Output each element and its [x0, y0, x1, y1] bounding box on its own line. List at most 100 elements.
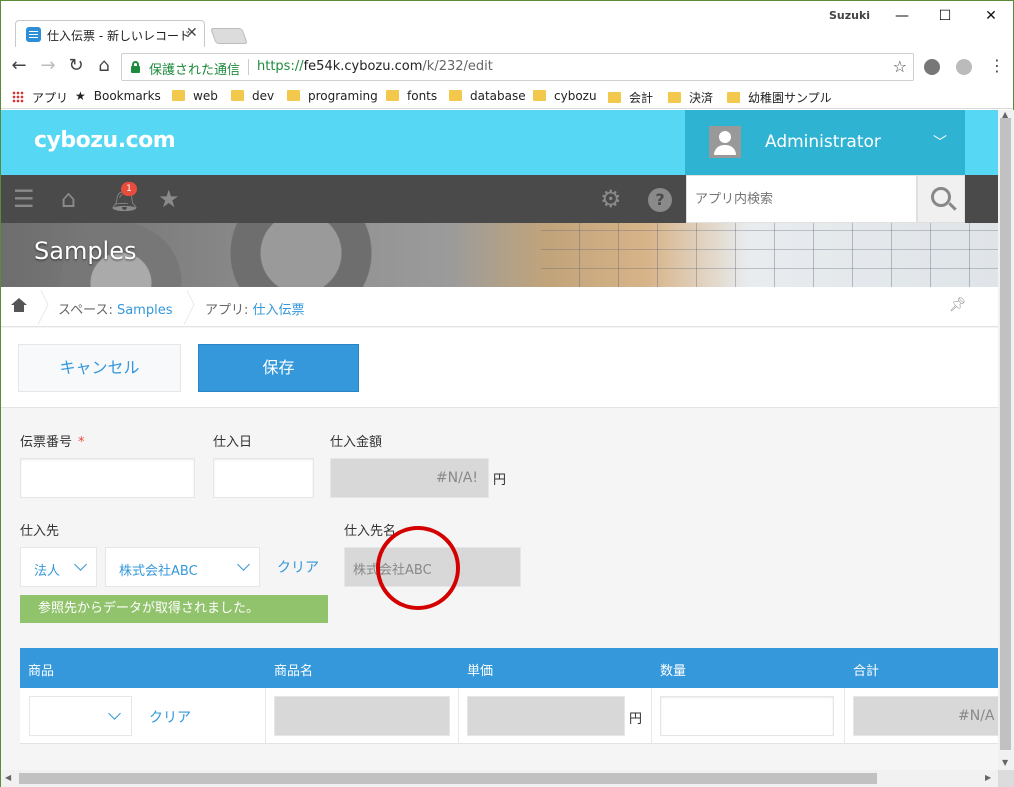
bookmark-label: fonts: [407, 89, 438, 103]
chevron-down-icon: ﹀: [933, 135, 947, 151]
bookmark-label: web: [193, 89, 218, 103]
favorites-star-icon[interactable]: ★: [158, 186, 180, 212]
user-menu[interactable]: Administrator ﹀: [685, 110, 965, 175]
save-button[interactable]: 保存: [198, 344, 359, 392]
column-header-product: 商品: [28, 664, 55, 679]
settings-gear-icon[interactable]: ⚙: [600, 186, 622, 212]
action-bar: キャンセル 保存: [1, 328, 998, 408]
close-window-button[interactable]: ✕: [976, 5, 1006, 27]
breadcrumb-space-link[interactable]: Samples: [117, 303, 173, 318]
bookmark-label: Bookmarks: [93, 89, 161, 103]
breadcrumb-app: アプリ: 仕入伝票: [205, 299, 305, 318]
column-header-quantity: 数量: [660, 664, 687, 679]
items-table-header: 商品 商品名 単価 数量 合計: [20, 648, 998, 688]
extension-gear-icon[interactable]: [924, 59, 940, 75]
help-icon[interactable]: ?: [648, 188, 672, 212]
bookmark-folder-programing[interactable]: programing: [287, 89, 378, 103]
bookmark-label: 会計: [629, 91, 654, 105]
slip-number-input[interactable]: [20, 458, 195, 498]
folder-icon: [449, 90, 462, 101]
supplier-company-value: 株式会社ABC: [119, 564, 198, 579]
scroll-left-arrow-icon[interactable]: ◀: [5, 773, 11, 782]
breadcrumb-app-link[interactable]: 仕入伝票: [253, 303, 305, 318]
bookmark-bookmarks[interactable]: ★ Bookmarks: [75, 89, 161, 103]
bookmark-folder-web[interactable]: web: [172, 89, 218, 103]
back-icon[interactable]: ←: [8, 55, 30, 77]
vertical-scrollbar[interactable]: ▲ ▼: [998, 110, 1014, 770]
unit-price-field: [467, 696, 625, 736]
pin-icon[interactable]: 📌︎: [949, 297, 967, 313]
global-nav: ☰ ⌂ 🔔︎ 1 ★ ⚙ ?: [1, 175, 998, 223]
bookmark-folder-accounting[interactable]: 会計: [608, 89, 653, 106]
lookup-success-notice: 参照先からデータが取得されました。: [20, 595, 328, 623]
bookmark-folder-cybozu[interactable]: cybozu: [533, 89, 597, 103]
app-search-input[interactable]: [687, 176, 916, 222]
user-name: Administrator: [765, 132, 881, 152]
forward-icon[interactable]: →: [37, 55, 59, 77]
bookmark-label: programing: [308, 89, 378, 103]
bookmark-folder-fonts[interactable]: fonts: [386, 89, 437, 103]
lock-icon: [131, 61, 140, 73]
browser-window: 仕入伝票 - 新しいレコード ✕ Suzuki — ☐ ✕ ← → ↻ ⌂ 保護…: [0, 0, 1014, 787]
purchase-date-label: 仕入日: [213, 435, 253, 450]
menu-icon[interactable]: ⋮: [986, 55, 1008, 77]
quantity-input[interactable]: [660, 696, 834, 736]
cybozu-logo[interactable]: cybozu.com: [34, 128, 176, 153]
bookmark-folder-kindergarten[interactable]: 幼稚園サンプル: [727, 89, 832, 106]
purchase-date-input[interactable]: [213, 458, 314, 498]
minimize-button[interactable]: —: [887, 5, 917, 27]
cancel-button[interactable]: キャンセル: [18, 344, 181, 392]
close-tab-icon[interactable]: ✕: [186, 25, 198, 41]
page-content: cybozu.com Administrator ﹀ ☰ ⌂ 🔔︎ 1 ★ ⚙ …: [1, 110, 998, 770]
new-tab-button[interactable]: [210, 28, 248, 44]
supplier-clear-link[interactable]: クリア: [277, 557, 319, 577]
notification-badge: 1: [121, 182, 137, 196]
horizontal-scrollbar[interactable]: ◀ ▶: [1, 770, 998, 787]
maximize-button[interactable]: ☐: [930, 5, 960, 27]
folder-icon: [172, 90, 185, 101]
vertical-scroll-thumb[interactable]: [1000, 118, 1011, 750]
bookmark-label: 幼稚園サンプル: [748, 91, 832, 105]
bookmark-label: database: [470, 89, 526, 103]
breadcrumb-space: スペース: Samples: [58, 299, 172, 318]
column-header-unit-price: 単価: [467, 664, 494, 679]
product-select[interactable]: [29, 696, 132, 736]
apps-grid-icon: [12, 91, 24, 103]
column-divider: [651, 688, 652, 744]
reload-icon[interactable]: ↻: [65, 55, 87, 77]
horizontal-scroll-thumb[interactable]: [19, 773, 877, 784]
home-icon[interactable]: ⌂: [93, 55, 115, 77]
scroll-down-arrow-icon[interactable]: ▼: [1002, 758, 1008, 767]
supplier-type-value: 法人: [34, 564, 61, 579]
slip-number-label: 伝票番号 *: [20, 431, 85, 450]
folder-icon: [668, 92, 681, 103]
bookmark-folder-database[interactable]: database: [449, 89, 526, 103]
profile-name[interactable]: Suzuki: [829, 9, 870, 22]
bookmark-folder-dev[interactable]: dev: [231, 89, 274, 103]
star-icon: ★: [75, 89, 86, 103]
bookmark-label: cybozu: [554, 89, 597, 103]
search-button[interactable]: [917, 175, 965, 223]
breadcrumb-separator: [35, 287, 49, 327]
tab-title: 仕入伝票 - 新しいレコード: [47, 29, 191, 43]
bookmark-star-icon[interactable]: ☆: [893, 57, 907, 76]
breadcrumb-space-prefix: スペース:: [58, 303, 117, 318]
bookmark-apps[interactable]: アプリ: [12, 89, 68, 106]
scroll-right-arrow-icon[interactable]: ▶: [985, 773, 991, 782]
hamburger-menu-icon[interactable]: ☰: [13, 186, 35, 212]
product-clear-link[interactable]: クリア: [149, 707, 191, 727]
breadcrumb-home-icon[interactable]: [11, 298, 27, 314]
bookmark-folder-payment[interactable]: 決済: [668, 89, 713, 106]
portal-home-icon[interactable]: ⌂: [61, 186, 76, 212]
space-banner: Samples: [1, 223, 998, 287]
supplier-type-select[interactable]: 法人: [20, 547, 97, 587]
url-scheme: https://: [257, 59, 304, 74]
supplier-company-select[interactable]: 株式会社ABC: [105, 547, 260, 587]
address-bar[interactable]: 保護された通信 https://fe54k.cybozu.com/k/232/e…: [121, 53, 914, 81]
red-highlight-circle: [376, 526, 460, 610]
browser-tab[interactable]: 仕入伝票 - 新しいレコード ✕: [15, 20, 205, 48]
bookmark-label: 決済: [689, 91, 714, 105]
extension-icon[interactable]: [956, 59, 972, 75]
banner-image: [541, 223, 998, 287]
purchase-amount-field: #N/A!: [330, 458, 489, 498]
